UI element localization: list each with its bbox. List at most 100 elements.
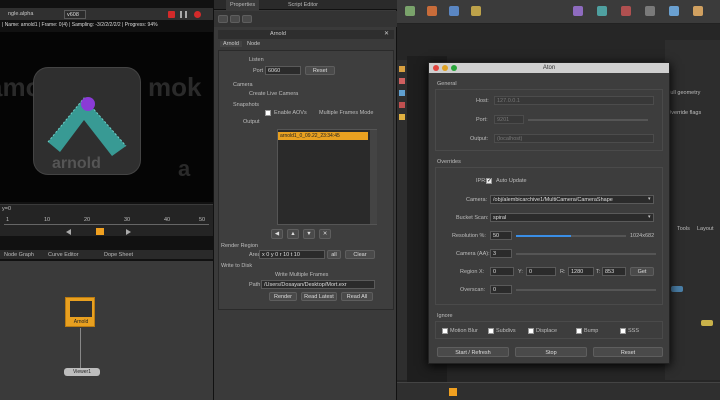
tab-curve-editor[interactable]: Curve Editor [44,250,83,260]
region-t-field[interactable]: 853 [602,267,626,276]
record-icon[interactable] [194,11,201,18]
subtab-node[interactable]: Node [244,41,263,47]
resolution-field[interactable]: 50 [490,231,512,240]
node-graph-canvas[interactable]: Arnold Viewer1 [0,261,213,400]
play-button-icon[interactable] [96,228,104,235]
region-y-field[interactable]: 0 [526,267,556,276]
viewer-canvas[interactable]: mok amold a arnold [0,32,213,202]
stop-button[interactable]: Stop [515,347,587,357]
shelf-tool-icon[interactable] [669,6,679,16]
render-info-bar: | Name: arnold1 | Frame: 0(4) | Sampling… [2,22,158,28]
arnold-logo-icon: arnold [47,97,127,172]
tool-icon[interactable] [399,78,405,84]
tool-icon[interactable] [399,90,405,96]
port-slider[interactable] [528,119,648,121]
port-field[interactable]: 6060 [265,66,301,75]
playback-controls[interactable] [6,228,206,235]
enable-aovs-checkbox[interactable] [265,110,271,116]
all-button[interactable]: all [327,250,341,259]
port-label: Port [253,68,264,74]
shelf-tool-icon[interactable] [693,6,703,16]
create-camera-button[interactable]: Create Live Camera [249,91,298,97]
ignore-header: Ignore [437,313,453,319]
ignore-motion-blur-checkbox[interactable] [442,328,448,334]
shelf-tool-icon[interactable] [449,6,459,16]
tab-tools[interactable]: Tools [677,226,690,232]
shelf-tool-icon[interactable] [597,6,607,16]
output-first-button[interactable]: ◀ [271,229,283,239]
network-node-icon[interactable] [701,320,713,326]
write-multiple-button[interactable]: Write Multiple Frames [275,272,328,278]
camera-select[interactable]: /obj/alembicarchive1/MultiCamera/CameraS… [490,195,654,204]
ignore-subdivs-checkbox[interactable] [488,328,494,334]
tool-icon[interactable] [399,66,405,72]
stop-render-icon[interactable] [168,11,175,18]
start-refresh-button[interactable]: Start / Refresh [437,347,509,357]
shelf-tool-icon[interactable] [621,6,631,16]
timeline[interactable]: y=0 1 10 20 30 40 50 [0,204,213,236]
read-all-button[interactable]: Read All [341,292,373,301]
shelf-tool-icon[interactable] [471,6,481,16]
reset-button[interactable]: Reset [593,347,663,357]
subtab-arnold[interactable]: Arnold [220,41,242,47]
next-frame-icon[interactable] [126,229,131,235]
shelf-tool-icon[interactable] [427,6,437,16]
tab-properties[interactable]: Properties [226,0,260,10]
camera-aa-slider[interactable] [516,253,656,255]
tab-node-graph[interactable]: Node Graph [0,250,38,260]
region-r-field[interactable]: 1280 [568,267,594,276]
render-button[interactable]: Render [269,292,297,301]
pause-icon[interactable] [180,11,187,18]
shelf-tool-icon[interactable] [405,6,415,16]
ignore-subdivs-label: Subdivs [496,328,516,334]
arnold-node[interactable]: Arnold [65,297,95,327]
prev-frame-icon[interactable] [66,229,71,235]
read-latest-button[interactable]: Read Latest [301,292,337,301]
output-prev-button[interactable]: ▲ [287,229,299,239]
ignore-sss-checkbox[interactable] [620,328,626,334]
output-delete-button[interactable]: ✕ [319,229,331,239]
path-field[interactable]: /Users/Dosayan/Desktop/Mort.exr [261,280,375,289]
shelf-tool-icon[interactable] [573,6,583,16]
ignore-displace-checkbox[interactable] [528,328,534,334]
network-node-icon[interactable] [671,286,683,292]
shelf-tool-icon[interactable] [645,6,655,16]
resolution-slider[interactable] [516,235,626,237]
clear-button[interactable]: Clear [345,250,375,259]
tab-script-editor[interactable]: Script Editor [284,0,322,10]
tool-icon[interactable] [399,102,405,108]
play-button-icon[interactable] [449,388,457,396]
properties-tool-button[interactable] [242,15,252,23]
output-list-item[interactable]: arnold1_0_09.22_23:34:45 [278,132,368,140]
port-label: Port: [476,117,488,123]
area-values[interactable]: x 0 y 0 r 10 t 10 [259,250,325,259]
get-region-button[interactable]: Get [630,267,654,276]
overscan-field[interactable]: 0 [490,285,512,294]
timeline-ruler[interactable]: 1 10 20 30 40 50 [4,217,209,225]
resolution-readout: 1024x682 [630,233,655,239]
overscan-slider[interactable] [516,289,656,291]
reset-button[interactable]: Reset [305,66,335,75]
camera-aa-field[interactable]: 3 [490,249,512,258]
host-field[interactable]: 127.0.0.1 [494,96,654,105]
viewer-tab[interactable]: ngle.alpha [8,11,33,17]
auto-update-checkbox[interactable]: ✓ [486,178,492,184]
output-list-scrollbar[interactable] [370,130,377,224]
output-next-button[interactable]: ▼ [303,229,315,239]
tab-layout[interactable]: Layout [697,226,714,232]
bucket-scan-select[interactable]: spiral [490,213,654,222]
viewer-node[interactable]: Viewer1 [64,368,100,376]
houdini-playbar[interactable] [397,382,720,400]
frame-field[interactable]: v608 [64,10,86,19]
tab-dope-sheet[interactable]: Dope Sheet [100,250,137,260]
tool-icon[interactable] [399,114,405,120]
properties-tool-button[interactable] [218,15,228,23]
output-list[interactable]: arnold1_0_09.22_23:34:45 [277,129,377,225]
ignore-bump-checkbox[interactable] [576,328,582,334]
port-field[interactable]: 9201 [494,115,524,124]
ignore-bump-label: Bump [584,328,599,334]
properties-tool-button[interactable] [230,15,240,23]
output-field[interactable]: (localhost) [494,134,654,143]
close-icon[interactable]: ✕ [384,30,389,39]
region-x-field[interactable]: 0 [490,267,514,276]
